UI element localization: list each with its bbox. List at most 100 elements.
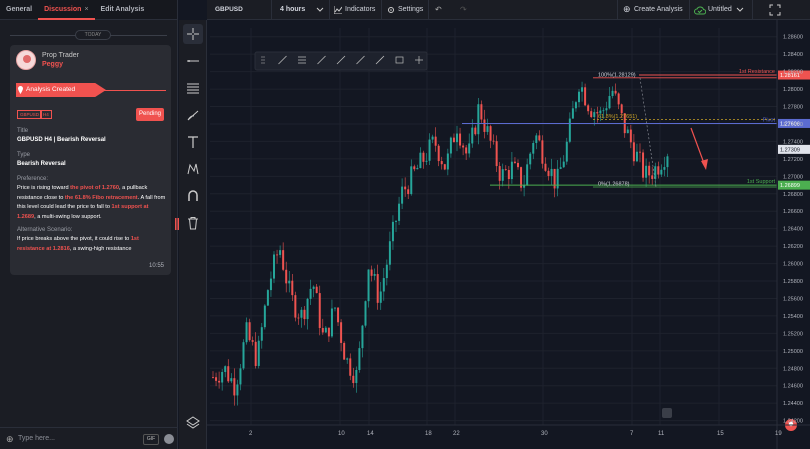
x-tick-label: 14: [367, 431, 374, 437]
delete-drawings-tool[interactable]: [183, 213, 203, 233]
gif-button[interactable]: GIF: [143, 434, 159, 445]
candle: [233, 378, 236, 396]
candle: [571, 108, 574, 119]
candle: [648, 165, 651, 176]
candle: [251, 340, 254, 342]
candle: [483, 119, 486, 132]
candle: [401, 186, 404, 204]
candle: [523, 185, 526, 188]
candle: [297, 317, 300, 319]
chevron-down-icon[interactable]: [736, 5, 744, 13]
horizontal-line-tool[interactable]: [183, 51, 203, 71]
candle: [321, 328, 324, 333]
close-icon[interactable]: ×: [84, 6, 88, 13]
brush-tool[interactable]: [183, 105, 203, 125]
date-separator: TODAY: [10, 30, 167, 40]
candle: [480, 104, 483, 120]
trash-icon: [188, 217, 198, 230]
candle: [254, 341, 257, 366]
y-tick-label: 1.28600: [783, 35, 803, 41]
message-input[interactable]: Type here...: [18, 435, 55, 442]
y-tick-label: 1.28200: [783, 70, 803, 76]
candle: [510, 161, 513, 180]
y-tick-label: 1.26800: [783, 192, 803, 198]
symbol-search[interactable]: GBPUSD: [215, 6, 243, 13]
x-tick-label: 22: [453, 431, 460, 437]
crosshair-icon: [187, 28, 199, 40]
y-tick-label: 1.28400: [783, 52, 803, 58]
candle: [599, 110, 602, 114]
magnet-tool[interactable]: [183, 186, 203, 206]
y-tick-label: 1.28000: [783, 87, 803, 93]
candle: [590, 111, 593, 118]
fib-retracement-tool[interactable]: [183, 78, 203, 98]
tab-edit-analysis[interactable]: Edit Analysis: [95, 0, 151, 20]
settings-button[interactable]: Settings: [398, 6, 423, 13]
x-tick-label: 15: [717, 431, 724, 437]
candle: [507, 170, 510, 180]
user-role: Prop Trader: [42, 52, 79, 59]
layout-name[interactable]: Untitled: [708, 6, 732, 13]
candle: [608, 96, 611, 109]
timeframe-select[interactable]: 4 hours: [280, 6, 305, 13]
y-tick-label: 1.25000: [783, 349, 803, 355]
candle: [517, 162, 519, 168]
status-badge[interactable]: Pending: [136, 108, 164, 121]
tab-discussion[interactable]: Discussion ×: [38, 0, 95, 20]
pattern-icon: [187, 163, 199, 175]
candle: [587, 105, 590, 112]
candle: [492, 140, 495, 142]
avatar[interactable]: [16, 50, 36, 70]
attach-icon[interactable]: ⊕: [6, 434, 14, 445]
candle: [306, 298, 309, 320]
indicators-button[interactable]: Indicators: [345, 6, 375, 13]
candle: [501, 169, 504, 181]
fib-retracement-icon: [187, 83, 199, 94]
user-name[interactable]: Peggy: [42, 61, 63, 68]
y-tick-label: 1.27400: [783, 139, 803, 145]
y-tick-label: 1.25200: [783, 331, 803, 337]
undo-icon[interactable]: ↶: [435, 5, 442, 14]
preference-text: Price is rising toward the pivot of 1.27…: [17, 185, 166, 220]
indicators-icon: [334, 6, 342, 14]
candle: [526, 164, 529, 186]
candle: [279, 250, 282, 255]
candle: [544, 163, 547, 171]
fib-label: 61.8%(1.27651): [598, 114, 637, 120]
candle: [334, 307, 336, 309]
candle: [550, 168, 553, 176]
candle: [349, 358, 352, 376]
type-value: Bearish Reversal: [17, 161, 66, 167]
candle: [303, 309, 306, 320]
text-tool[interactable]: [183, 132, 203, 152]
candle: [632, 142, 635, 162]
fullscreen-icon[interactable]: [769, 4, 781, 16]
candle: [419, 152, 422, 169]
candle: [376, 274, 379, 303]
chevron-down-icon[interactable]: [316, 5, 324, 13]
price-chart[interactable]: 1st Resistance1.28161Pivot1.276061st Sup…: [207, 20, 810, 449]
emoji-icon[interactable]: [164, 434, 174, 444]
y-tick-label: 1.26600: [783, 209, 803, 215]
tab-general[interactable]: General: [0, 0, 38, 20]
candle: [382, 278, 385, 292]
layers-tool[interactable]: [183, 412, 203, 432]
redo-icon[interactable]: ↷: [460, 5, 467, 14]
candle: [242, 342, 245, 369]
candle: [465, 147, 468, 154]
candle: [318, 293, 321, 329]
y-tick-label: 1.26400: [783, 227, 803, 233]
today-badge: TODAY: [75, 30, 111, 40]
y-tick-label: 1.24400: [783, 401, 803, 407]
candle: [629, 129, 632, 143]
create-analysis-button[interactable]: Create Analysis: [634, 6, 683, 13]
candle: [324, 327, 327, 333]
crosshair-tool[interactable]: [183, 24, 203, 44]
candle: [385, 264, 388, 279]
candle: [620, 104, 623, 114]
pattern-tool[interactable]: [183, 159, 203, 179]
candle: [221, 371, 224, 383]
candle: [593, 112, 596, 118]
candle: [486, 126, 489, 132]
candle: [379, 291, 382, 303]
